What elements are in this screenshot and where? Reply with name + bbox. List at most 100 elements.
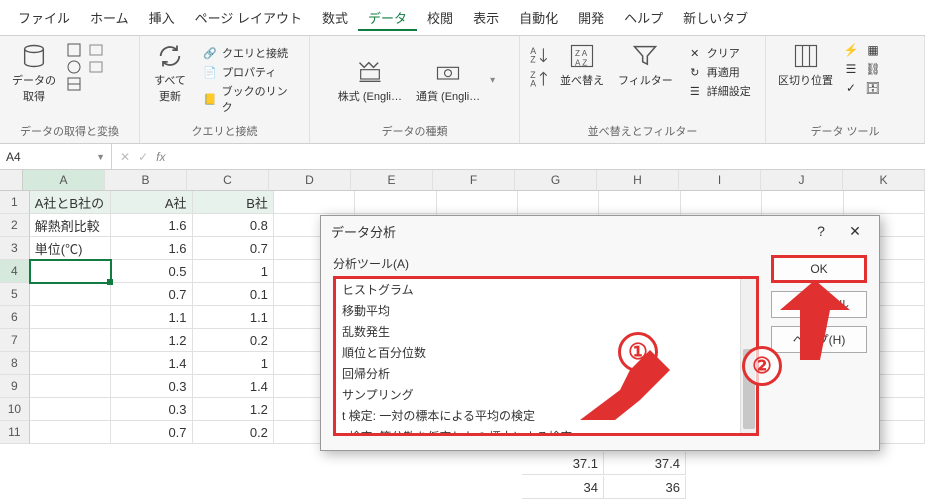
cell-C11[interactable]: 0.2 bbox=[193, 421, 274, 444]
cell-C10[interactable]: 1.2 bbox=[193, 398, 274, 421]
clear-filter-button[interactable]: ✕クリア bbox=[683, 44, 755, 62]
cell-B4[interactable]: 0.5 bbox=[111, 260, 192, 283]
col-header-H[interactable]: H bbox=[597, 170, 679, 191]
existing-conn-icon[interactable] bbox=[88, 59, 104, 75]
cell-E1[interactable] bbox=[355, 191, 436, 214]
cell-K1[interactable] bbox=[844, 191, 925, 214]
cell-I1[interactable] bbox=[681, 191, 762, 214]
reapply-button[interactable]: ↻再適用 bbox=[683, 63, 755, 81]
analysis-tool-item[interactable]: 順位と百分位数 bbox=[336, 342, 756, 363]
row-header[interactable]: 9 bbox=[0, 375, 30, 398]
cancel-formula-icon[interactable]: ✕ bbox=[120, 150, 130, 164]
dialog-close-icon[interactable]: ✕ bbox=[841, 223, 869, 240]
menu-ヘルプ[interactable]: ヘルプ bbox=[614, 4, 673, 31]
cell-D1[interactable] bbox=[274, 191, 355, 214]
data-validation-icon[interactable]: ✓ bbox=[843, 80, 859, 96]
refresh-all-button[interactable]: すべて 更新 bbox=[148, 40, 192, 106]
analysis-tool-item[interactable]: 移動平均 bbox=[336, 300, 756, 321]
cell-C4[interactable]: 1 bbox=[193, 260, 274, 283]
analysis-tool-item[interactable]: t 検定: 一対の標本による平均の検定 bbox=[336, 405, 756, 426]
cell-B7[interactable]: 1.2 bbox=[111, 329, 192, 352]
col-header-E[interactable]: E bbox=[351, 170, 433, 191]
stocks-button[interactable]: 株式 (Engli… bbox=[334, 56, 406, 106]
cell-A2[interactable]: 解熱剤比較 bbox=[30, 214, 111, 237]
sort-az-icon[interactable]: AZ bbox=[528, 44, 550, 66]
row-header[interactable]: 11 bbox=[0, 421, 30, 444]
row-header[interactable]: 8 bbox=[0, 352, 30, 375]
cell-A6[interactable] bbox=[30, 306, 111, 329]
name-box[interactable]: A4 ▼ bbox=[0, 144, 112, 169]
menu-開発[interactable]: 開発 bbox=[568, 4, 614, 31]
cancel-button[interactable]: キャンセル bbox=[771, 291, 867, 318]
remove-dup-icon[interactable]: ☰ bbox=[843, 61, 859, 77]
cell-J1[interactable] bbox=[762, 191, 843, 214]
cell-C5[interactable]: 0.1 bbox=[193, 283, 274, 306]
menu-表示[interactable]: 表示 bbox=[463, 4, 509, 31]
row-header[interactable]: 2 bbox=[0, 214, 30, 237]
cell-C8[interactable]: 1 bbox=[193, 352, 274, 375]
row-header[interactable]: 3 bbox=[0, 237, 30, 260]
relationships-icon[interactable]: ⛓ bbox=[865, 61, 881, 77]
cell-B11[interactable]: 0.7 bbox=[111, 421, 192, 444]
cell-B2[interactable]: 1.6 bbox=[111, 214, 192, 237]
ok-button[interactable]: OK bbox=[771, 255, 867, 283]
cell-C7[interactable]: 0.2 bbox=[193, 329, 274, 352]
currency-button[interactable]: 通貨 (Engli… bbox=[412, 56, 484, 106]
analysis-tool-item[interactable]: 回帰分析 bbox=[336, 363, 756, 384]
cell-A3[interactable]: 単位(℃) bbox=[30, 237, 111, 260]
cell-A9[interactable] bbox=[30, 375, 111, 398]
from-text-icon[interactable] bbox=[66, 42, 82, 58]
menu-校閲[interactable]: 校閲 bbox=[417, 4, 463, 31]
queries-connections-button[interactable]: 🔗クエリと接続 bbox=[198, 44, 301, 62]
col-header-D[interactable]: D bbox=[269, 170, 351, 191]
col-header-A[interactable]: A bbox=[23, 170, 105, 191]
help-button[interactable]: ヘルプ(H) bbox=[771, 326, 867, 353]
from-table-icon[interactable] bbox=[66, 76, 82, 92]
cell-B5[interactable]: 0.7 bbox=[111, 283, 192, 306]
consolidate-icon[interactable]: ▦ bbox=[865, 42, 881, 58]
cell-C6[interactable]: 1.1 bbox=[193, 306, 274, 329]
cell-B1[interactable]: A社 bbox=[111, 191, 192, 214]
menu-ページ レイアウト[interactable]: ページ レイアウト bbox=[185, 4, 312, 31]
cell-A7[interactable] bbox=[30, 329, 111, 352]
col-header-J[interactable]: J bbox=[761, 170, 843, 191]
from-web-icon[interactable] bbox=[66, 59, 82, 75]
cell-C9[interactable]: 1.4 bbox=[193, 375, 274, 398]
filter-button[interactable]: フィルター bbox=[614, 40, 677, 90]
cell-B6[interactable]: 1.1 bbox=[111, 306, 192, 329]
cell-G1[interactable] bbox=[518, 191, 599, 214]
workbook-links-button[interactable]: 📒ブックのリンク bbox=[198, 82, 301, 116]
menu-自動化[interactable]: 自動化 bbox=[509, 4, 568, 31]
row-header[interactable]: 7 bbox=[0, 329, 30, 352]
row-header[interactable]: 6 bbox=[0, 306, 30, 329]
cell-A11[interactable] bbox=[30, 421, 111, 444]
advanced-filter-button[interactable]: ☰詳細設定 bbox=[683, 82, 755, 100]
fx-icon[interactable]: fx bbox=[156, 150, 165, 164]
analysis-tools-listbox[interactable]: ヒストグラム移動平均乱数発生順位と百分位数回帰分析サンプリングt 検定: 一対の… bbox=[333, 276, 759, 436]
menu-ホーム[interactable]: ホーム bbox=[80, 4, 139, 31]
cell-C1[interactable]: B社 bbox=[193, 191, 274, 214]
col-header-K[interactable]: K bbox=[843, 170, 925, 191]
cell-C3[interactable]: 0.7 bbox=[193, 237, 274, 260]
enter-formula-icon[interactable]: ✓ bbox=[138, 150, 148, 164]
recent-sources-icon[interactable] bbox=[88, 42, 104, 58]
cell-B10[interactable]: 0.3 bbox=[111, 398, 192, 421]
sort-button[interactable]: Z AA Z 並べ替え bbox=[556, 40, 608, 90]
col-header-C[interactable]: C bbox=[187, 170, 269, 191]
cell-B9[interactable]: 0.3 bbox=[111, 375, 192, 398]
get-data-button[interactable]: データの 取得 bbox=[8, 40, 60, 106]
analysis-tool-item[interactable]: t 検定: 等分散を仮定した 2 標本による検定 bbox=[336, 426, 756, 436]
row-header[interactable]: 5 bbox=[0, 283, 30, 306]
menu-データ[interactable]: データ bbox=[358, 4, 417, 31]
cell-B3[interactable]: 1.6 bbox=[111, 237, 192, 260]
menu-数式[interactable]: 数式 bbox=[312, 4, 358, 31]
flash-fill-icon[interactable]: ⚡ bbox=[843, 42, 859, 58]
col-header-B[interactable]: B bbox=[105, 170, 187, 191]
analysis-tool-item[interactable]: 乱数発生 bbox=[336, 321, 756, 342]
properties-button[interactable]: 📄プロパティ bbox=[198, 63, 301, 81]
col-header-F[interactable]: F bbox=[433, 170, 515, 191]
cell-A10[interactable] bbox=[30, 398, 111, 421]
data-model-icon[interactable]: 🗄 bbox=[865, 80, 881, 96]
menu-新しいタブ[interactable]: 新しいタブ bbox=[673, 4, 758, 31]
row-header[interactable]: 4 bbox=[0, 260, 30, 283]
